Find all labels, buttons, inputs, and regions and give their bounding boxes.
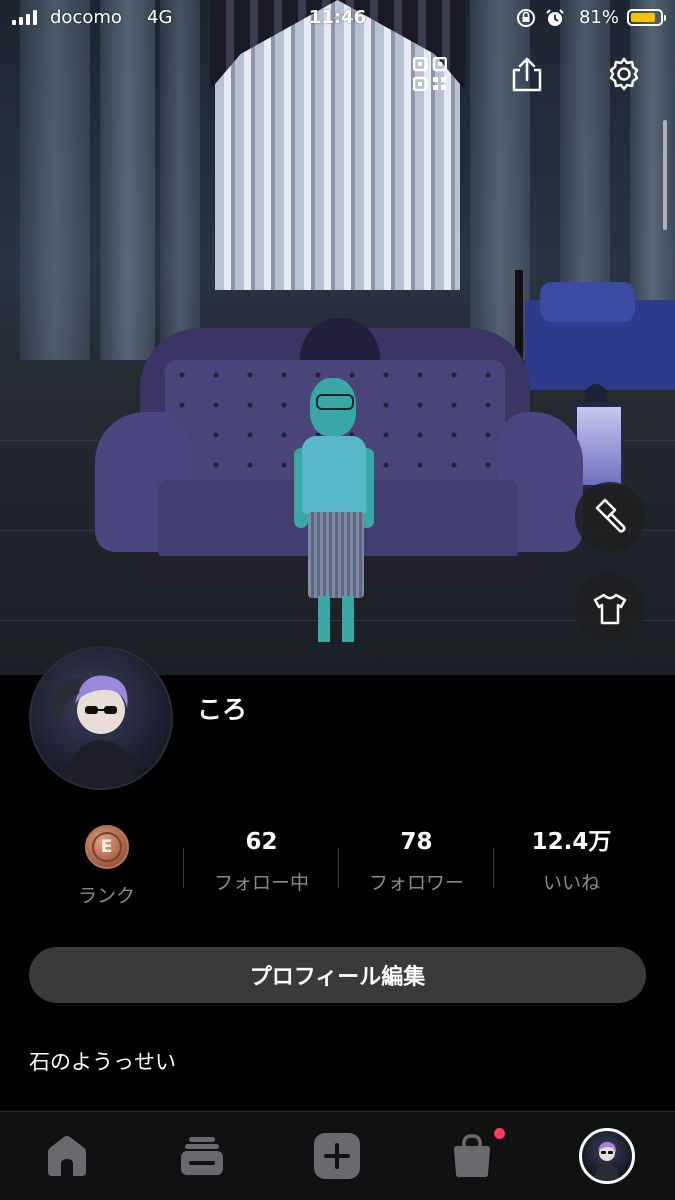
stat-likes[interactable]: 12.4万 いいね xyxy=(494,822,649,895)
tab-bar xyxy=(0,1111,675,1200)
profile-stats: E ランク 62 フォロー中 78 フォロワー 12.4万 いいね xyxy=(29,822,649,907)
scrollbar[interactable] xyxy=(663,120,667,230)
stat-label: ランク xyxy=(77,885,135,907)
tab-home[interactable] xyxy=(37,1130,97,1182)
stat-following[interactable]: 62 フォロー中 xyxy=(184,822,339,895)
feed-icon xyxy=(181,1137,223,1175)
battery-icon xyxy=(627,9,666,26)
outfit-button[interactable] xyxy=(575,574,645,644)
status-bar: docomo 4G 11:46 81% xyxy=(0,0,675,38)
home-icon xyxy=(48,1136,86,1176)
avatar-3d-character[interactable] xyxy=(288,378,384,653)
rank-badge-icon: E xyxy=(84,825,129,869)
rank-badge-letter: E xyxy=(91,832,122,862)
username: ころ xyxy=(197,695,248,724)
alarm-icon xyxy=(546,9,564,26)
brush-icon xyxy=(595,498,626,533)
stat-label: フォロー中 xyxy=(213,872,309,894)
stat-label: フォロワー xyxy=(368,872,464,894)
edit-profile-button[interactable]: プロフィール編集 xyxy=(29,947,646,1003)
profile-avatar[interactable] xyxy=(29,646,173,790)
tab-feed[interactable] xyxy=(172,1130,232,1182)
t-shirt-icon xyxy=(593,593,627,625)
room-scene[interactable] xyxy=(0,0,675,675)
stat-followers[interactable]: 78 フォロワー xyxy=(339,822,494,895)
qr-code-icon[interactable] xyxy=(410,54,450,94)
tab-create[interactable] xyxy=(307,1130,367,1182)
stat-rank[interactable]: E ランク xyxy=(29,822,184,908)
stat-value: 12.4万 xyxy=(531,829,612,855)
stat-value: 62 xyxy=(245,829,278,855)
tab-profile[interactable] xyxy=(577,1128,637,1184)
profile-avatar-tab-icon xyxy=(579,1128,635,1184)
clock: 11:46 xyxy=(308,7,367,28)
room-edit-button[interactable] xyxy=(575,482,645,552)
notification-dot xyxy=(494,1128,505,1139)
profile-bio: 石のようっせい xyxy=(29,1050,176,1074)
stat-value: 78 xyxy=(400,829,433,855)
orientation-lock-icon xyxy=(516,9,535,27)
stat-label: いいね xyxy=(542,872,600,894)
create-icon xyxy=(314,1133,360,1179)
shop-bag-icon xyxy=(454,1134,490,1177)
gear-icon[interactable] xyxy=(604,54,644,94)
share-icon[interactable] xyxy=(507,54,547,94)
battery-percent: 81% xyxy=(578,7,619,28)
bed xyxy=(515,270,675,400)
tab-shop[interactable] xyxy=(442,1130,502,1182)
